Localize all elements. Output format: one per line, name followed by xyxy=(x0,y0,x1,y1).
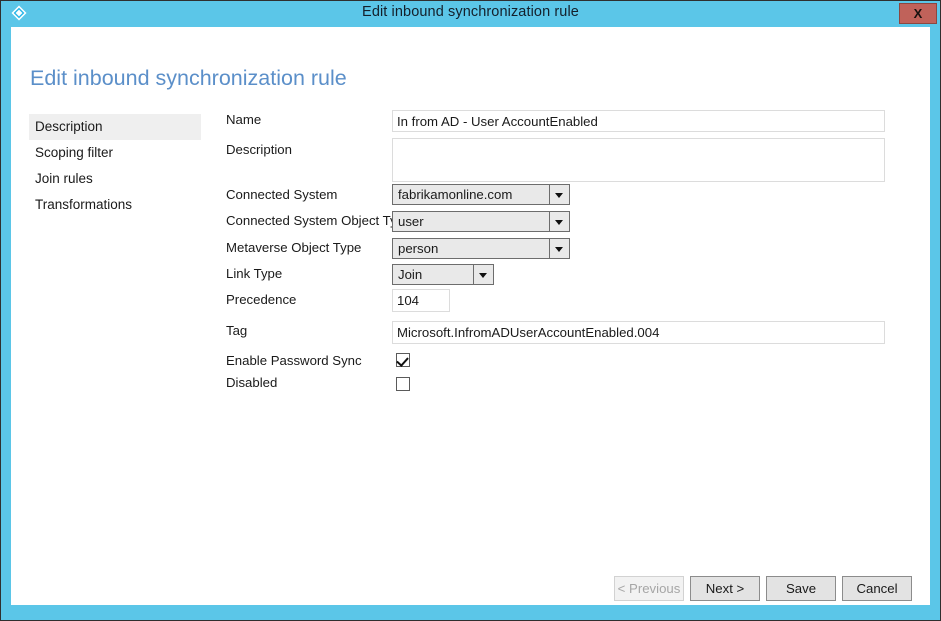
dialog-content: Edit inbound synchronization rule Descri… xyxy=(11,27,930,605)
connected-system-object-type-value: user xyxy=(398,214,424,229)
tag-input[interactable] xyxy=(392,321,885,344)
sidebar-item-scoping-filter[interactable]: Scoping filter xyxy=(29,140,201,166)
description-label: Description xyxy=(226,142,292,157)
sidebar-item-description[interactable]: Description xyxy=(29,114,201,140)
connected-system-value: fabrikamonline.com xyxy=(398,187,513,202)
cancel-button[interactable]: Cancel xyxy=(842,576,912,601)
enable-password-sync-label: Enable Password Sync xyxy=(226,353,362,368)
connected-system-object-type-dropdown[interactable]: user xyxy=(392,211,570,232)
link-type-value: Join xyxy=(398,267,423,282)
metaverse-object-type-dropdown[interactable]: person xyxy=(392,238,570,259)
disabled-label: Disabled xyxy=(226,375,278,390)
description-textarea[interactable] xyxy=(392,138,885,182)
metaverse-object-type-value: person xyxy=(398,241,439,256)
chevron-down-icon[interactable] xyxy=(549,212,569,231)
edit-sync-rule-window: Edit inbound synchronization rule X Edit… xyxy=(0,0,941,621)
sidebar-nav: Description Scoping filter Join rules Tr… xyxy=(29,114,201,218)
precedence-input[interactable] xyxy=(392,289,450,312)
enable-password-sync-checkbox[interactable] xyxy=(396,353,410,367)
precedence-label: Precedence xyxy=(226,292,297,307)
link-type-label: Link Type xyxy=(226,266,283,281)
window-titlebar: Edit inbound synchronization rule X xyxy=(1,1,940,26)
name-label: Name xyxy=(226,112,262,127)
sidebar-item-join-rules[interactable]: Join rules xyxy=(29,166,201,192)
disabled-checkbox[interactable] xyxy=(396,377,410,391)
close-button[interactable]: X xyxy=(899,3,937,24)
tag-label: Tag xyxy=(226,323,248,338)
chevron-down-icon[interactable] xyxy=(549,239,569,258)
save-button[interactable]: Save xyxy=(766,576,836,601)
sidebar-item-transformations[interactable]: Transformations xyxy=(29,192,201,218)
metaverse-object-type-label: Metaverse Object Type xyxy=(226,240,362,255)
chevron-down-icon[interactable] xyxy=(473,265,493,284)
page-title: Edit inbound synchronization rule xyxy=(30,66,347,90)
connected-system-dropdown[interactable]: fabrikamonline.com xyxy=(392,184,570,205)
next-button[interactable]: Next > xyxy=(690,576,760,601)
name-input[interactable] xyxy=(392,110,885,132)
window-title: Edit inbound synchronization rule xyxy=(362,4,579,20)
previous-button[interactable]: < Previous xyxy=(614,576,684,601)
chevron-down-icon[interactable] xyxy=(549,185,569,204)
link-type-dropdown[interactable]: Join xyxy=(392,264,494,285)
connected-system-label: Connected System xyxy=(226,187,338,202)
connected-system-object-type-label: Connected System Object Type xyxy=(226,213,412,228)
